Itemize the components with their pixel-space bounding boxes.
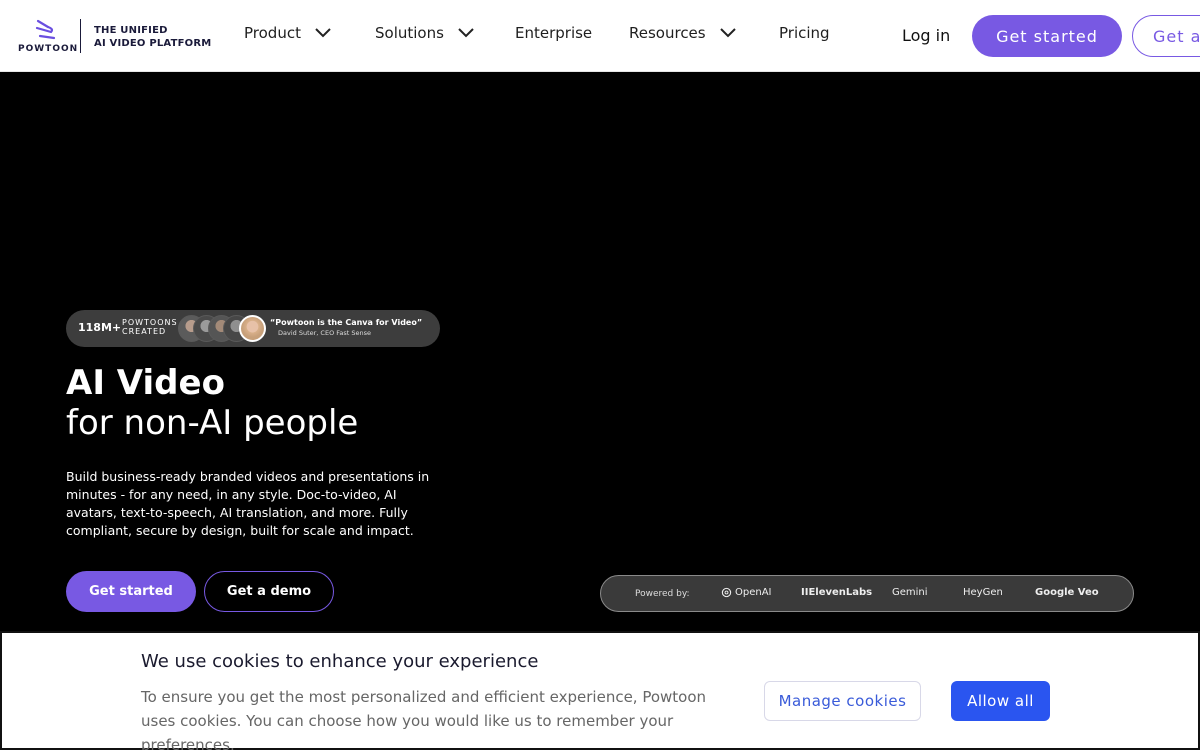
testimonial-quote: “Powtoon is the Canva for Video” xyxy=(270,318,423,327)
nav-item-label: Enterprise xyxy=(515,24,593,42)
tagline-line-2: AI VIDEO PLATFORM xyxy=(94,38,212,49)
count-label-line-1: POWTOONS xyxy=(122,318,178,327)
cookie-title: We use cookies to enhance your experienc… xyxy=(141,651,539,672)
partner-label: HeyGen xyxy=(963,587,1003,598)
chevron-down-icon xyxy=(315,28,331,38)
partner-elevenlabs: IIElevenLabs xyxy=(801,587,872,598)
page: POWTOON THE UNIFIED AI VIDEO PLATFORM Pr… xyxy=(0,0,1200,750)
nav-item-label: Pricing xyxy=(779,24,830,42)
manage-cookies-button[interactable]: Manage cookies xyxy=(764,681,921,721)
logo-divider xyxy=(80,19,81,53)
powtoon-logo[interactable]: POWTOON xyxy=(18,18,77,56)
partner-openai: OpenAI xyxy=(721,587,772,598)
hero-get-started-button[interactable]: Get started xyxy=(66,571,196,612)
header-get-demo-button[interactable]: Get a demo xyxy=(1132,15,1200,57)
partner-google-veo: Google Veo xyxy=(1035,587,1099,598)
partner-label: Google Veo xyxy=(1035,587,1099,598)
nav-item-label: Solutions xyxy=(375,24,444,42)
powered-by-bar: Powered by: OpenAI IIElevenLabs Gemini H… xyxy=(600,575,1134,612)
testimonial-author: David Suter, CEO Fast Sense xyxy=(278,329,372,337)
hero-description: Build business-ready branded videos and … xyxy=(66,469,430,538)
partner-heygen: HeyGen xyxy=(963,587,1003,598)
nav-item-product[interactable]: Product xyxy=(244,24,331,42)
openai-icon xyxy=(721,587,732,598)
nav-item-resources[interactable]: Resources xyxy=(629,24,736,42)
nav-item-solutions[interactable]: Solutions xyxy=(375,24,474,42)
partner-gemini: Gemini xyxy=(892,587,928,598)
allow-all-cookies-button[interactable]: Allow all xyxy=(951,681,1050,721)
logo-tagline: THE UNIFIED AI VIDEO PLATFORM xyxy=(94,24,211,50)
powtoon-logo-icon xyxy=(35,19,56,40)
cookie-banner: We use cookies to enhance your experienc… xyxy=(0,631,1200,750)
nav-item-label: Product xyxy=(244,24,301,42)
partner-label: Gemini xyxy=(892,587,928,598)
chevron-down-icon xyxy=(719,28,736,38)
logo-wordmark: POWTOON xyxy=(18,44,79,54)
login-link[interactable]: Log in xyxy=(902,26,950,45)
powtoons-count-label: POWTOONS CREATED xyxy=(122,318,178,336)
cookie-text: To ensure you get the most personalized … xyxy=(141,688,707,750)
avatar-stack xyxy=(178,315,273,342)
tagline-line-1: THE UNIFIED xyxy=(94,25,168,36)
powered-by-label: Powered by: xyxy=(635,589,690,599)
count-label-line-2: CREATED xyxy=(122,327,167,336)
partner-label: OpenAI xyxy=(735,587,772,598)
chevron-down-icon xyxy=(458,28,474,38)
hero-title-bold: AI Video xyxy=(66,363,225,403)
nav-item-pricing[interactable]: Pricing xyxy=(779,24,830,42)
social-proof-pill: 118M+ POWTOONS CREATED “Powtoon is the C… xyxy=(66,310,440,347)
partner-label: IIElevenLabs xyxy=(801,587,873,598)
site-header: POWTOON THE UNIFIED AI VIDEO PLATFORM Pr… xyxy=(0,0,1200,72)
hero-get-demo-button[interactable]: Get a demo xyxy=(204,571,334,612)
hero-title-light: for non-AI people xyxy=(66,403,359,443)
powtoons-count: 118M+ xyxy=(78,321,122,334)
avatar xyxy=(239,315,266,342)
nav-item-label: Resources xyxy=(629,24,706,42)
nav-item-enterprise[interactable]: Enterprise xyxy=(515,24,592,42)
header-get-started-button[interactable]: Get started xyxy=(972,15,1122,57)
